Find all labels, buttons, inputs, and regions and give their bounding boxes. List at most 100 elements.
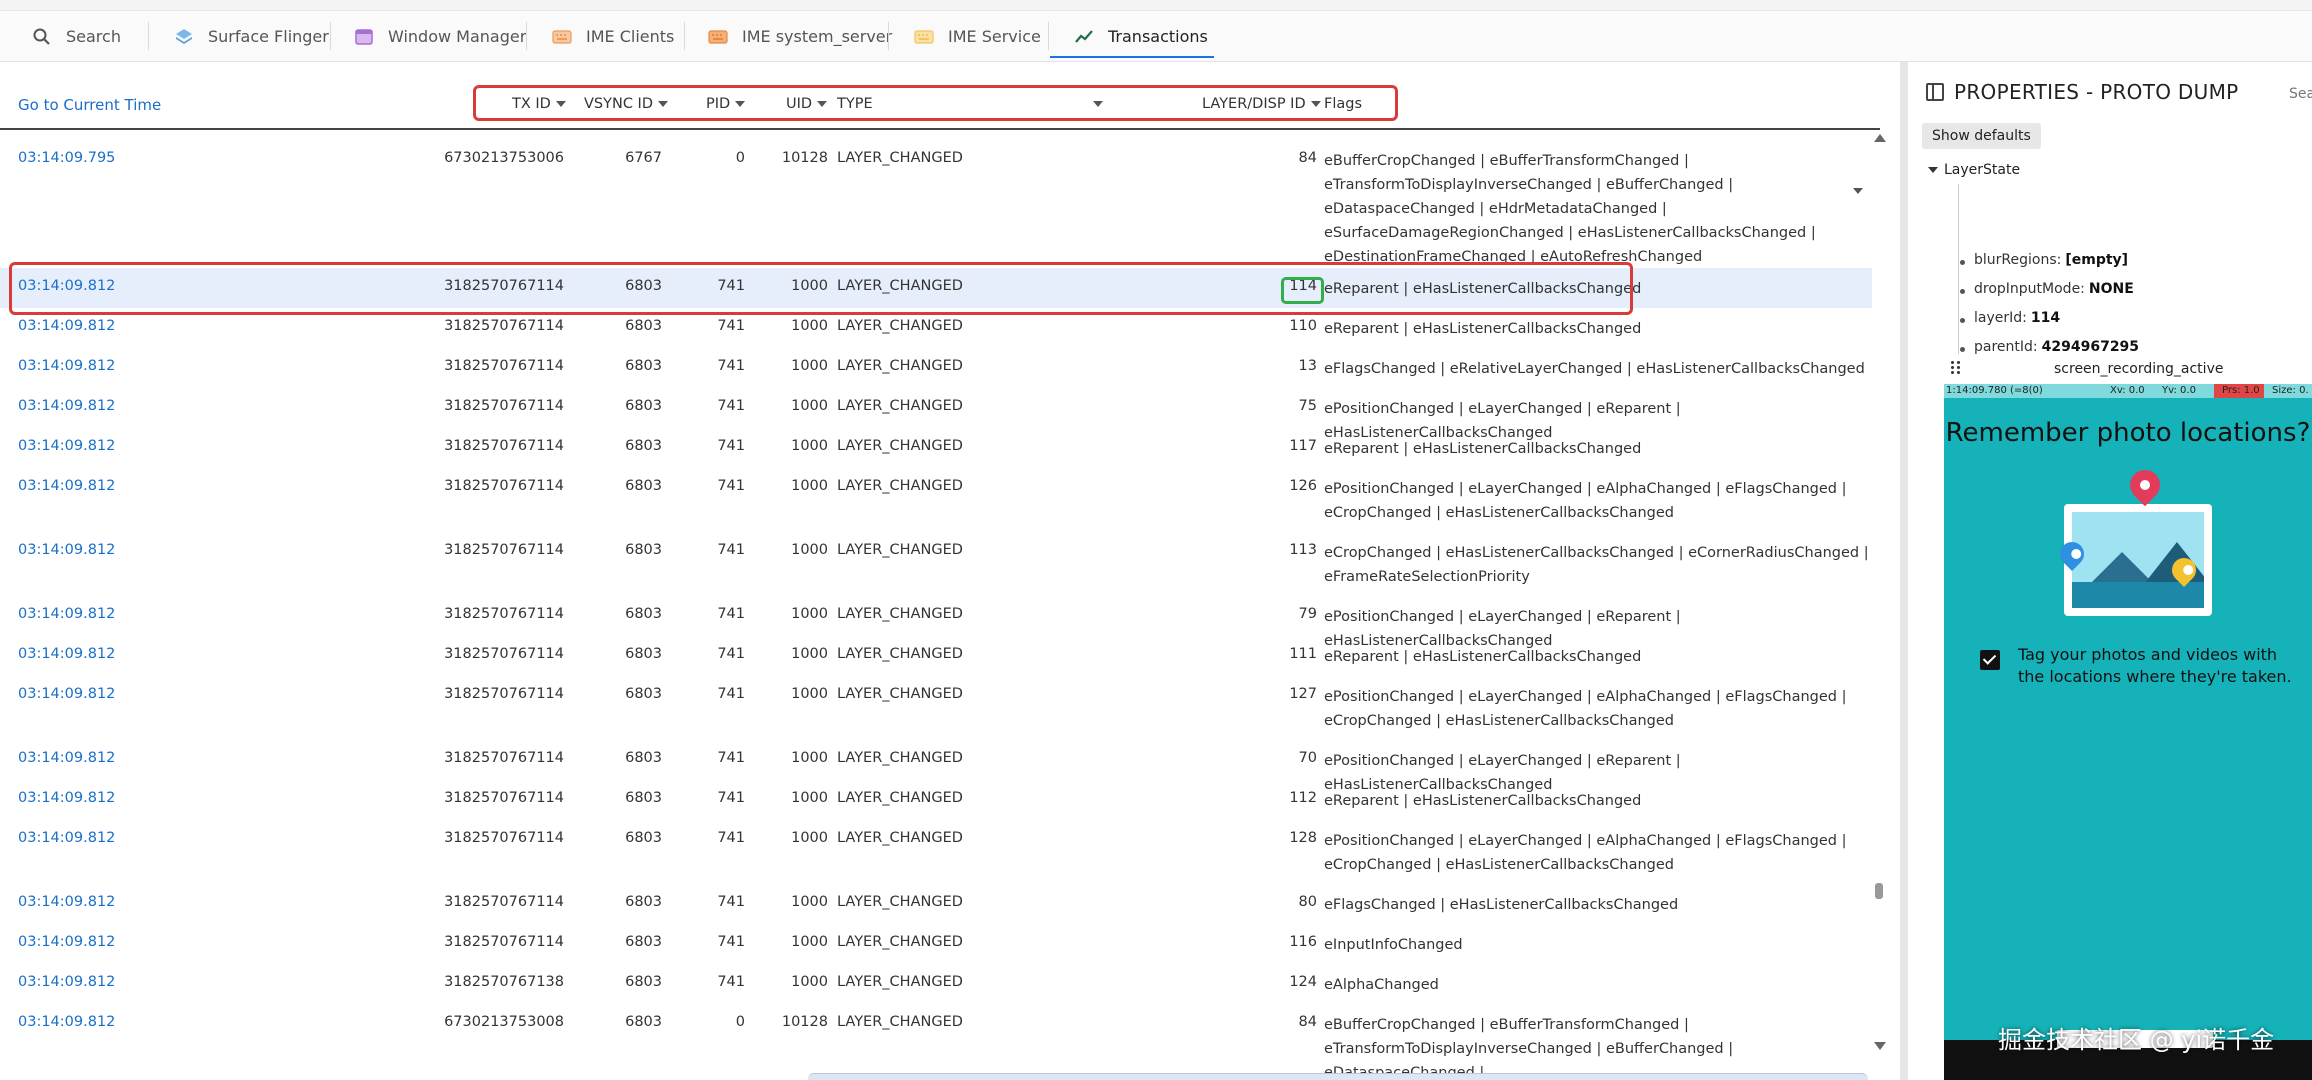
row-timestamp-link[interactable]: 03:14:09.812: [18, 686, 115, 702]
selected-row-highlight-box: [9, 262, 1633, 315]
row-type: LAYER_CHANGED: [837, 398, 963, 414]
row-timestamp-link[interactable]: 03:14:09.812: [18, 750, 115, 766]
row-timestamp-link[interactable]: 03:14:09.812: [18, 1014, 115, 1030]
row-pid: 741: [717, 974, 745, 990]
row-layer-id: 13: [1298, 358, 1317, 374]
row-timestamp-link[interactable]: 03:14:09.812: [18, 974, 115, 990]
table-row[interactable]: 03:14:09.812 3182570767114 6803 741 1000 LAYE…: [0, 428, 1872, 468]
row-flags: eAlphaChanged: [1324, 977, 1439, 993]
row-timestamp-link[interactable]: 03:14:09.795: [18, 150, 115, 166]
row-tx-id: 3182570767138: [444, 974, 564, 990]
row-timestamp-link[interactable]: 03:14:09.812: [18, 542, 115, 558]
row-type: LAYER_CHANGED: [837, 606, 963, 622]
table-row[interactable]: 03:14:09.812 3182570767114 6803 741 1000 LAYE…: [0, 532, 1872, 596]
table-row[interactable]: 03:14:09.812 3182570767114 6803 741 1000 LAYE…: [0, 468, 1872, 532]
row-flags: eInputInfoChanged: [1324, 937, 1463, 953]
device-screen: 1:14:09.780 (=8(0) Xv: 0.0 Yv: 0.0 Prs: …: [1944, 384, 2312, 1080]
row-timestamp-link[interactable]: 03:14:09.812: [18, 318, 115, 334]
layer-id-highlight-box: [1281, 277, 1324, 304]
row-pid: 741: [717, 894, 745, 910]
row-uid: 1000: [791, 318, 828, 334]
row-timestamp-link[interactable]: 03:14:09.812: [18, 894, 115, 910]
debug-status-bar: 1:14:09.780 (=8(0) Xv: 0.0 Yv: 0.0 Prs: …: [1944, 384, 2312, 398]
panel-collapse-icon[interactable]: [1926, 83, 1944, 101]
table-row[interactable]: 03:14:09.812 3182570767114 6803 741 1000 LAYE…: [0, 348, 1872, 388]
row-timestamp-link[interactable]: 03:14:09.812: [18, 478, 115, 494]
row-timestamp-link[interactable]: 03:14:09.812: [18, 646, 115, 662]
tab-ime-clients[interactable]: IME Clients: [552, 12, 674, 61]
table-row[interactable]: 03:14:09.812 3182570767114 6803 741 1000 LAYE…: [0, 636, 1872, 676]
row-uid: 1000: [791, 790, 828, 806]
timeline-strip[interactable]: [808, 1073, 1868, 1080]
row-vsync-id: 6803: [625, 398, 662, 414]
tab-ime-service[interactable]: IME Service: [914, 12, 1041, 61]
tree-node-layerstate[interactable]: LayerState: [1928, 162, 2020, 178]
property-item: dropInputMode: NONE: [1960, 281, 2134, 297]
scrollbar-thumb[interactable]: [1875, 883, 1883, 899]
row-layer-id: 126: [1289, 478, 1317, 494]
row-flags: eBufferCropChanged | eBufferTransformCha…: [1324, 1017, 1734, 1080]
table-row[interactable]: 03:14:09.812 3182570767114 6803 741 1000 LAYE…: [0, 820, 1872, 884]
row-tx-id: 3182570767114: [444, 318, 564, 334]
row-timestamp-link[interactable]: 03:14:09.812: [18, 606, 115, 622]
table-row[interactable]: 03:14:09.795 6730213753006 6767 0 10128 LAYER…: [0, 140, 1872, 268]
row-vsync-id: 6803: [625, 1014, 662, 1030]
row-layer-id: 113: [1289, 542, 1317, 558]
scroll-down-icon[interactable]: [1874, 1042, 1886, 1050]
property-key: dropInputMode:: [1974, 281, 2085, 297]
tag-location-checkbox[interactable]: [1980, 650, 2000, 670]
row-layer-id: 110: [1289, 318, 1317, 334]
row-layer-id: 117: [1289, 438, 1317, 454]
table-row[interactable]: 03:14:09.812 6730213753008 6803 0 10128 LAYER…: [0, 1004, 1872, 1080]
row-timestamp-link[interactable]: 03:14:09.812: [18, 934, 115, 950]
row-layer-id: 80: [1298, 894, 1317, 910]
table-row[interactable]: 03:14:09.812 3182570767114 6803 741 1000 LAYE…: [0, 884, 1872, 924]
row-uid: 1000: [791, 606, 828, 622]
row-timestamp-link[interactable]: 03:14:09.812: [18, 790, 115, 806]
row-pid: 0: [735, 1014, 745, 1030]
panel-divider[interactable]: [1900, 62, 1908, 1080]
tab-window-manager[interactable]: Window Manager: [354, 12, 526, 61]
tab-label: IME system_server: [742, 27, 893, 46]
row-timestamp-link[interactable]: 03:14:09.812: [18, 398, 115, 414]
properties-panel: PROPERTIES - PROTO DUMP Sea Show default…: [1908, 62, 2312, 1080]
drag-handle-icon[interactable]: [1951, 361, 1961, 375]
table-row[interactable]: 03:14:09.812 3182570767114 6803 741 1000 LAYE…: [0, 676, 1872, 740]
table-row[interactable]: 03:14:09.812 3182570767114 6803 741 1000 LAYE…: [0, 388, 1872, 441]
row-vsync-id: 6803: [625, 358, 662, 374]
row-flags: ePositionChanged | eLayerChanged | eAlph…: [1324, 833, 1847, 873]
tab-search[interactable]: Search: [32, 12, 121, 61]
row-timestamp-link[interactable]: 03:14:09.812: [18, 358, 115, 374]
row-uid: 1000: [791, 478, 828, 494]
row-uid: 1000: [791, 894, 828, 910]
expand-triangle-icon[interactable]: [1928, 167, 1938, 173]
table-scrollbar[interactable]: [1872, 130, 1886, 1060]
tab-ime-system-server[interactable]: IME system_server: [708, 12, 892, 61]
row-tx-id: 3182570767114: [444, 542, 564, 558]
row-timestamp-link[interactable]: 03:14:09.812: [18, 830, 115, 846]
row-tx-id: 3182570767114: [444, 934, 564, 950]
table-row[interactable]: 03:14:09.812 3182570767114 6803 741 1000 LAYE…: [0, 740, 1872, 793]
table-row[interactable]: 03:14:09.812 3182570767114 6803 741 1000 LAYE…: [0, 780, 1872, 820]
scroll-up-icon[interactable]: [1874, 134, 1886, 142]
table-row[interactable]: 03:14:09.812 3182570767114 6803 741 1000 LAYE…: [0, 596, 1872, 649]
row-tx-id: 3182570767114: [444, 790, 564, 806]
row-timestamp-link[interactable]: 03:14:09.812: [18, 438, 115, 454]
tab-bar: Search Surface Flinger Window Manager IM…: [0, 0, 2312, 62]
go-to-current-time-link[interactable]: Go to Current Time: [18, 96, 161, 114]
properties-search-input[interactable]: Sea: [2289, 86, 2312, 102]
table-row[interactable]: 03:14:09.812 3182570767114 6803 741 1000 LAYE…: [0, 924, 1872, 964]
row-uid: 1000: [791, 686, 828, 702]
show-defaults-button[interactable]: Show defaults: [1922, 123, 2041, 149]
row-layer-id: 75: [1298, 398, 1317, 414]
table-row[interactable]: 03:14:09.812 3182570767138 6803 741 1000 LAYE…: [0, 964, 1872, 1004]
row-tx-id: 6730213753006: [444, 150, 564, 166]
tab-surface-flinger[interactable]: Surface Flinger: [174, 12, 329, 61]
row-flags: eReparent | eHasListenerCallbacksChanged: [1324, 321, 1642, 337]
tab-transactions[interactable]: Transactions: [1074, 12, 1208, 61]
row-layer-id: 124: [1289, 974, 1317, 990]
row-vsync-id: 6803: [625, 646, 662, 662]
keyboard-icon: [552, 29, 572, 44]
status-size: Size: 0.: [2272, 385, 2309, 396]
row-vsync-id: 6803: [625, 606, 662, 622]
